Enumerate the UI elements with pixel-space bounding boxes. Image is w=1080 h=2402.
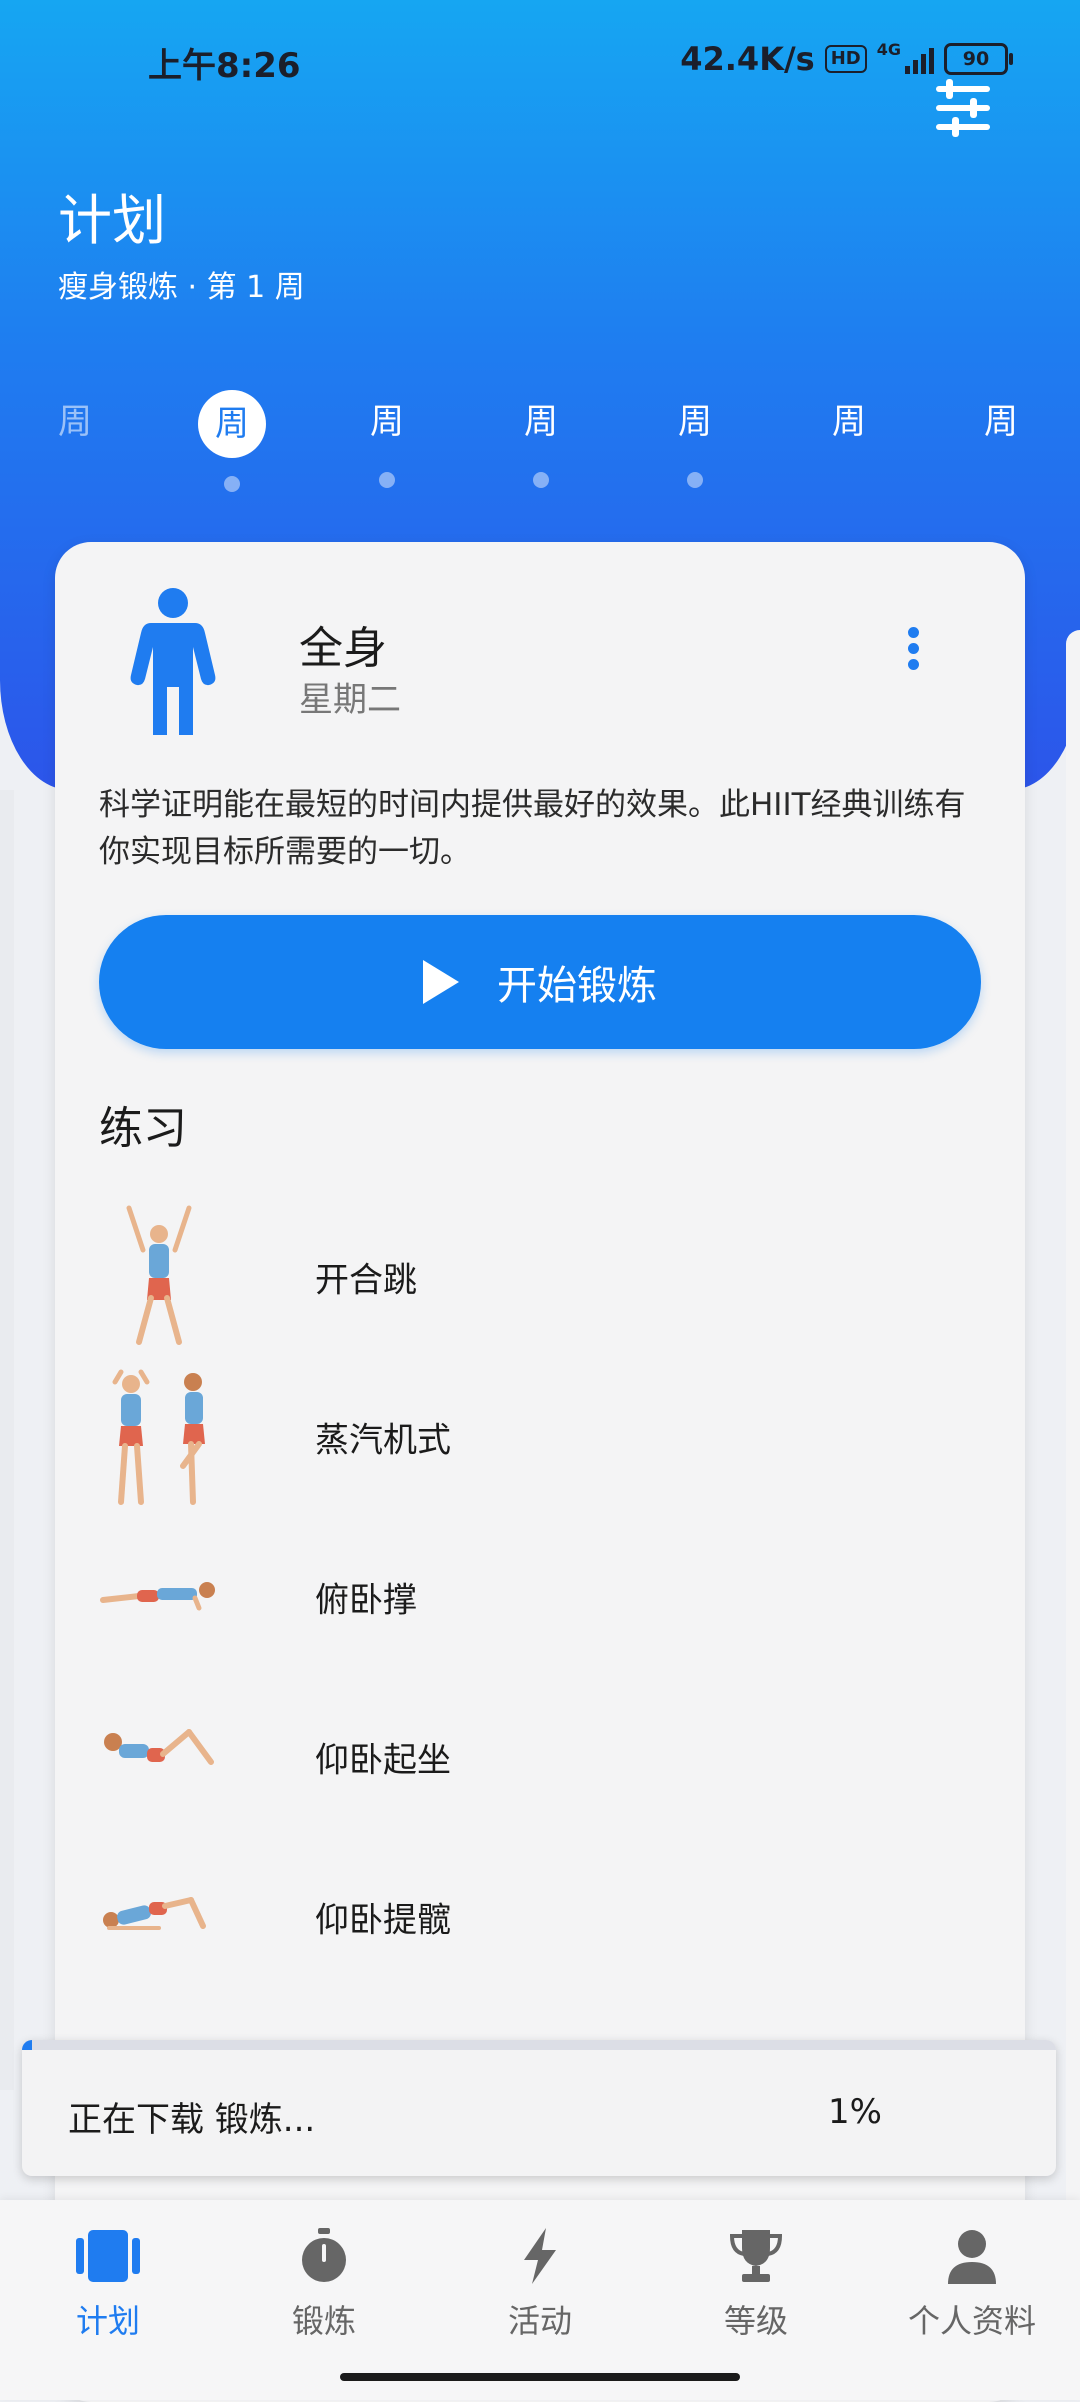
exercises-heading: 练习 [99, 1103, 187, 1154]
network-type: 4G [876, 40, 901, 59]
week-day-2[interactable]: 周 [197, 390, 267, 492]
hd-badge: HD [824, 45, 867, 73]
start-workout-button[interactable]: 开始锻炼 [99, 915, 981, 1049]
filter-settings-icon[interactable] [936, 79, 990, 137]
jumping-jack-figure-icon [126, 1205, 192, 1345]
day-dot [687, 472, 703, 488]
status-bar: 上午8:26 42.4K/s HD 4G 90 [0, 30, 1080, 90]
steam-engine-figure-icon [112, 1369, 205, 1505]
play-icon [423, 960, 459, 1004]
next-card-peek [1066, 630, 1080, 2330]
home-indicator [340, 2373, 740, 2381]
week-day-5[interactable]: 周 [660, 390, 730, 488]
exercise-item[interactable]: 仰卧提髋 [99, 1842, 979, 1992]
exercise-item[interactable]: 开合跳 [99, 1202, 979, 1352]
bottom-navigation: 计划 锻炼 活动 等级 个人资料 [0, 2200, 1080, 2400]
download-progress-fill [22, 2040, 33, 2050]
week-day-4[interactable]: 周 [506, 390, 576, 488]
exercise-item[interactable]: 俯卧撑 [99, 1522, 979, 1672]
network-speed: 42.4K/s [680, 40, 815, 78]
week-day-7[interactable]: 周 [966, 390, 1036, 454]
exercise-name: 蒸汽机式 [315, 1420, 451, 1461]
nav-activity[interactable]: 活动 [440, 2228, 640, 2342]
full-body-icon [130, 588, 216, 735]
workout-title: 全身 [299, 623, 387, 674]
plan-subtitle: 瘦身锻炼 · 第 1 周 [58, 270, 305, 305]
signal-icon [905, 44, 934, 74]
exercise-name: 开合跳 [315, 1260, 417, 1301]
day-dot [533, 472, 549, 488]
download-toast: 正在下载 锻炼... 1% [22, 2040, 1056, 2176]
download-percent: 1% [828, 2092, 882, 2132]
hip-raise-figure-icon [103, 1897, 206, 1930]
week-selector: 周 周 周 周 周 周 周 [0, 390, 1080, 492]
day-dot [379, 472, 395, 488]
lightning-icon [524, 2228, 556, 2284]
sit-up-figure-icon [104, 1729, 214, 1765]
week-day-3[interactable]: 周 [352, 390, 422, 488]
nav-level[interactable]: 等级 [656, 2228, 856, 2342]
status-time: 上午8:26 [148, 46, 301, 86]
stopwatch-icon [302, 2228, 346, 2282]
download-message: 正在下载 锻炼... [68, 2100, 316, 2140]
week-day-6[interactable]: 周 [814, 390, 884, 454]
exercise-name: 俯卧撑 [315, 1580, 417, 1621]
workout-day: 星期二 [299, 680, 401, 720]
trophy-icon [729, 2230, 783, 2282]
exercise-name: 仰卧起坐 [315, 1740, 451, 1781]
nav-workout[interactable]: 锻炼 [224, 2228, 424, 2342]
page-title: 计划 [58, 189, 166, 252]
workout-description: 科学证明能在最短的时间内提供最好的效果。此HIIT经典训练有你实现目标所需要的一… [99, 787, 966, 870]
download-progress-track [22, 2040, 1056, 2050]
nav-plan[interactable]: 计划 [8, 2228, 208, 2342]
exercise-item[interactable]: 蒸汽机式 [99, 1362, 979, 1512]
exercise-item[interactable]: 仰卧起坐 [99, 1682, 979, 1832]
battery-icon: 90 [944, 43, 1013, 75]
prev-card-peek [0, 790, 14, 2090]
week-day-1[interactable]: 周 [40, 390, 110, 454]
person-icon [948, 2230, 996, 2284]
day-dot [224, 476, 240, 492]
start-workout-label: 开始锻炼 [497, 963, 657, 1009]
more-options-icon[interactable] [908, 627, 922, 677]
push-up-figure-icon [100, 1582, 215, 1611]
plan-icon [76, 2230, 140, 2282]
exercise-name: 仰卧提髋 [315, 1900, 451, 1941]
nav-profile[interactable]: 个人资料 [872, 2228, 1072, 2342]
